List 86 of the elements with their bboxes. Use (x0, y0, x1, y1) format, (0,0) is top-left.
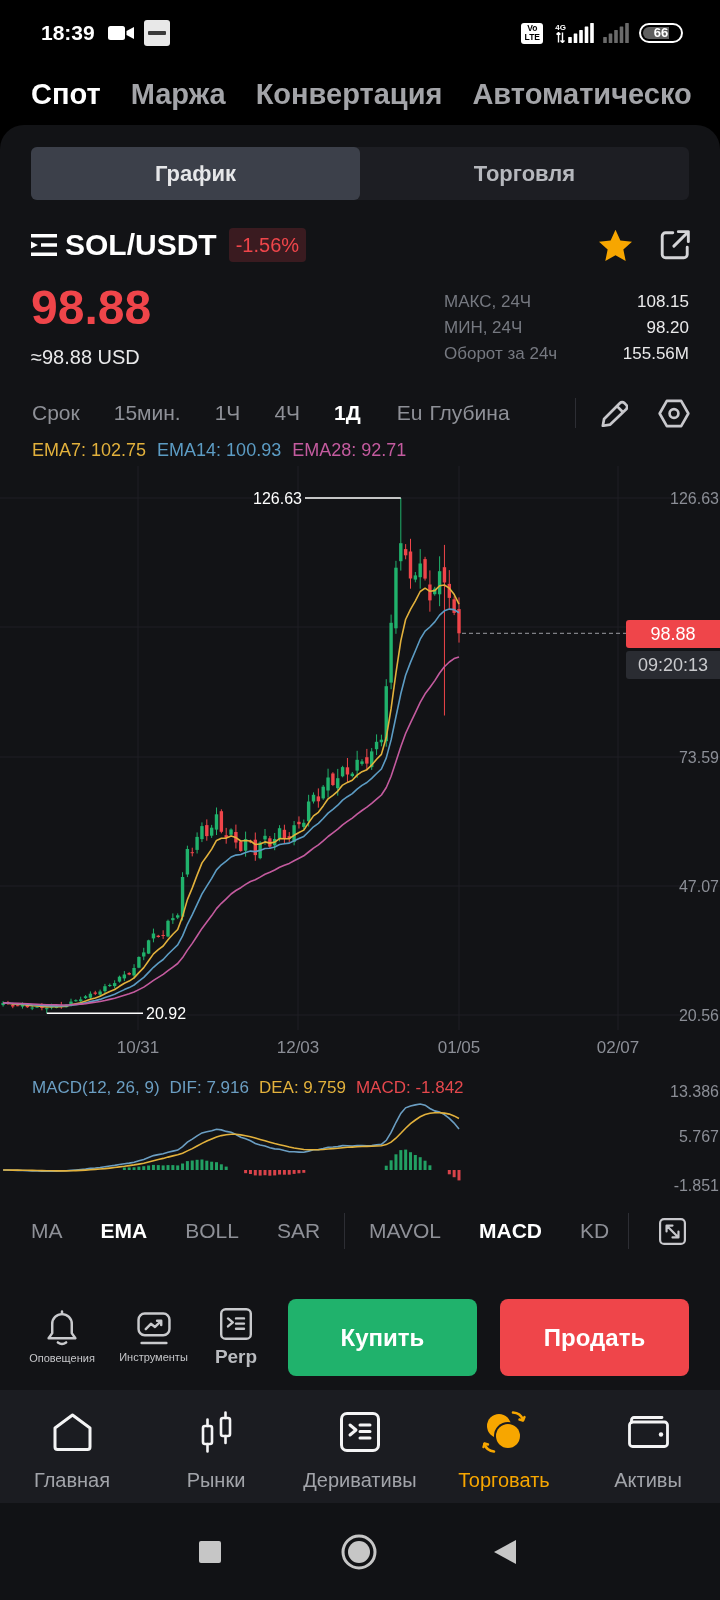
price-axis-label: 20.56 (678, 1006, 719, 1024)
price-axis-label: 126.63 (670, 489, 719, 507)
usd-price: ≈98.88 USD (31, 345, 140, 370)
home-button-icon[interactable] (341, 1533, 377, 1570)
timeframe-tab[interactable]: 1Д (334, 401, 361, 425)
macd-axis-label: 5.767 (678, 1127, 719, 1145)
external-link-icon[interactable] (660, 230, 690, 260)
last-price-tag: 98.88 (626, 620, 720, 648)
volte-badge: Vo LTE (521, 22, 544, 44)
nav-tab[interactable]: Главная (0, 1410, 144, 1503)
indicator-legend-text: EMA7: 102.75 (32, 439, 147, 461)
nav-tab[interactable]: Рынки (144, 1410, 288, 1503)
signal-icon (568, 23, 594, 43)
app-icon (143, 20, 170, 46)
market-tab[interactable]: Конвертация (255, 74, 443, 114)
indicator-tab[interactable]: BOLL (185, 1219, 239, 1243)
recent-apps-icon[interactable] (199, 1540, 221, 1563)
macd-legend-text: DEA: 9.759 (258, 1077, 346, 1099)
menu-icon[interactable] (31, 234, 57, 256)
high-price-label: 126.63 (253, 489, 302, 507)
market-tab[interactable]: Автоматическо (472, 74, 692, 114)
indicator-tab[interactable]: MACD (479, 1219, 543, 1243)
countdown-tag: 09:20:13 (626, 651, 720, 679)
nav-tab[interactable]: Деривативы (288, 1410, 432, 1503)
view-tab[interactable]: График (31, 147, 360, 200)
perp-button[interactable]: Perp (212, 1307, 260, 1368)
back-icon[interactable] (494, 1539, 516, 1564)
stat-label: МАКС, 24Ч (444, 291, 533, 313)
date-axis-label: 10/31 (116, 1037, 160, 1057)
indicator-legend-text: EMA28: 92.71 (292, 439, 407, 461)
low-price-label: 20.92 (146, 1004, 187, 1022)
timeframe-tab[interactable]: Срок (32, 401, 80, 425)
indicator-legend-text: EMA14: 100.93 (157, 439, 282, 461)
nav-tab[interactable]: Активы (576, 1410, 720, 1503)
document-icon (340, 1412, 380, 1452)
stat-label: МИН, 24Ч (444, 317, 524, 339)
home-icon (52, 1413, 92, 1451)
stat-value: 98.20 (645, 317, 689, 339)
signal-icon (603, 23, 629, 43)
star-icon[interactable] (598, 228, 633, 262)
data-arrows-icon (556, 32, 566, 43)
macd-axis-label: 13.386 (670, 1082, 719, 1100)
video-camera-icon (107, 26, 134, 40)
nav-tab[interactable]: Торговать (432, 1410, 576, 1503)
price-change-badge: -1.56% (228, 228, 307, 262)
stat-value: 155.56M (622, 343, 689, 365)
candlestick-icon (200, 1411, 232, 1453)
price-axis-label: 73.59 (678, 748, 719, 766)
document-icon (220, 1307, 252, 1340)
stat-label: Оборот за 24ч (444, 343, 558, 365)
price-axis-label: 47.07 (678, 877, 719, 895)
bell-icon (46, 1310, 78, 1346)
date-axis-label: 01/05 (437, 1037, 481, 1057)
macd-legend-text: MACD(12, 26, 9) (32, 1077, 160, 1099)
depth-tab[interactable]: Глубина (429, 401, 510, 425)
macd-legend-text: DIF: 7.916 (169, 1077, 249, 1099)
expand-icon[interactable] (659, 1217, 686, 1245)
timeframe-tab[interactable]: 4Ч (274, 401, 301, 425)
date-axis-label: 12/03 (276, 1037, 320, 1057)
chart-monitor-icon (136, 1311, 171, 1345)
timeframe-tab[interactable]: 15мин. (113, 401, 181, 425)
market-tab[interactable]: Маржа (130, 74, 226, 114)
date-axis-label: 02/07 (596, 1037, 640, 1057)
macd-legend-text: MACD: -1.842 (355, 1077, 464, 1099)
indicator-tab[interactable]: KD (580, 1219, 610, 1243)
pair-symbol: SOL/USDT (65, 228, 217, 262)
sell-button[interactable]: Продать (500, 1299, 689, 1376)
alerts-button[interactable]: Оповещения (31, 1310, 93, 1365)
clock-time: 18:39 (41, 21, 95, 45)
settings-icon[interactable] (658, 398, 690, 428)
indicator-tab[interactable]: SAR (276, 1219, 321, 1243)
indicator-tab[interactable]: MA (31, 1219, 63, 1243)
market-tab[interactable]: Спот (31, 74, 101, 114)
wallet-icon (627, 1416, 669, 1448)
timeframe-tab[interactable]: 1Ч (214, 401, 241, 425)
pencil-icon[interactable] (601, 399, 628, 427)
stat-value: 108.15 (636, 291, 689, 313)
macd-axis-label: -1.851 (673, 1176, 719, 1194)
coins-icon (482, 1410, 526, 1454)
battery-indicator: 66 (639, 23, 683, 43)
view-tab[interactable]: Торговля (360, 147, 689, 200)
indicator-tab[interactable]: MAVOL (369, 1219, 442, 1243)
more-tab[interactable]: Eu (396, 401, 423, 425)
network-type-label: 4G (555, 23, 566, 32)
last-price: 98.88 (31, 282, 152, 334)
indicator-tab[interactable]: EMA (100, 1219, 148, 1243)
